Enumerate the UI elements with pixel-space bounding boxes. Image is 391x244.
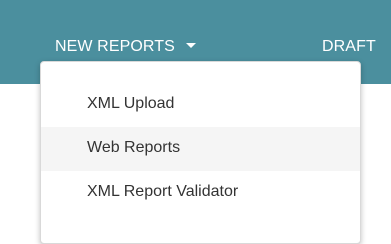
new-reports-menu-button[interactable]: NEW REPORTS (55, 38, 196, 56)
menu-item-label: XML Report Validator (87, 183, 239, 200)
page: NEW REPORTS DRAFT XML Upload Web Reports… (0, 0, 391, 244)
drafts-menu-button[interactable]: DRAFT (322, 38, 376, 56)
new-reports-dropdown-menu: XML Upload Web Reports XML Report Valida… (40, 61, 361, 244)
menu-item-web-reports[interactable]: Web Reports (41, 127, 360, 171)
caret-down-icon (185, 43, 196, 48)
menu-item-xml-upload[interactable]: XML Upload (41, 83, 360, 127)
menu-item-label: Web Reports (87, 139, 181, 156)
menu-item-xml-report-validator[interactable]: XML Report Validator (41, 171, 360, 215)
new-reports-label: NEW REPORTS (55, 38, 175, 55)
menu-item-label: XML Upload (87, 95, 175, 112)
drafts-label: DRAFT (322, 38, 376, 55)
